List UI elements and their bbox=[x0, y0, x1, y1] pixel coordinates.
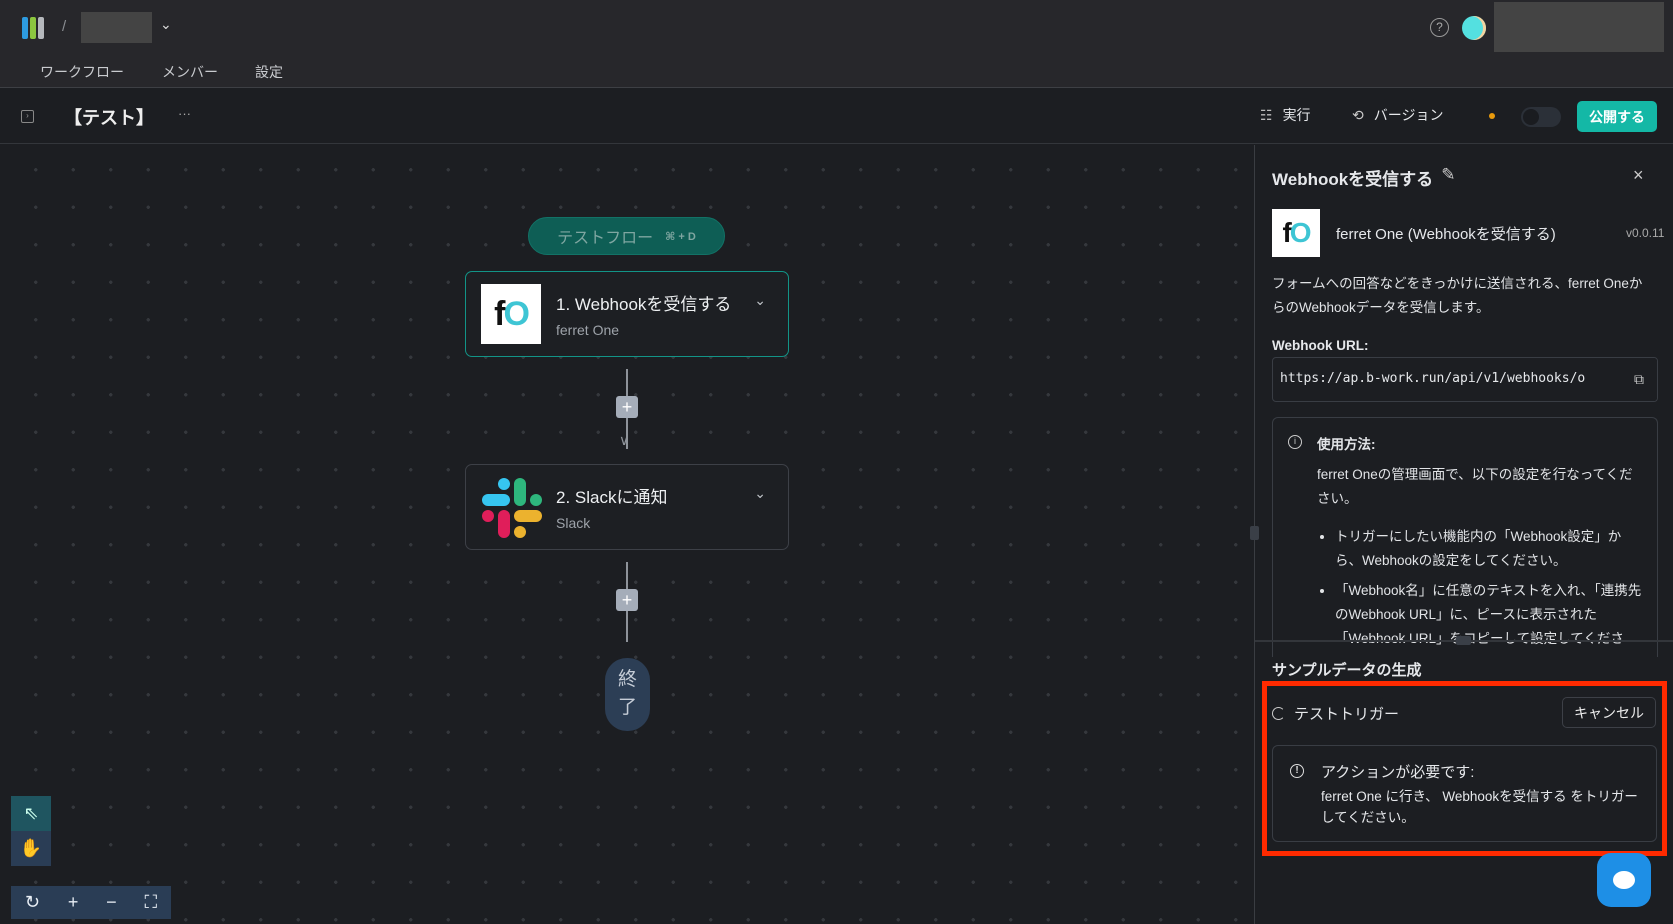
zoom-controls: ↻ + − ⛶ bbox=[11, 886, 171, 919]
breadcrumb-separator: / bbox=[62, 18, 67, 35]
fit-view-icon[interactable]: ⛶ bbox=[144, 892, 157, 913]
canvas-mode-tools: ⇖ ✋ bbox=[11, 796, 51, 866]
test-flow-button[interactable]: テストフロー ⌘ + D bbox=[528, 217, 725, 255]
top-bar: / ⌄ ワークフロー メンバー 設定 ? bbox=[0, 0, 1673, 88]
workflow-toolbar: › 【テスト】 ··· ☷ 実行 ⟲ バージョン 公開する bbox=[0, 88, 1673, 144]
sidebar-toggle-icon[interactable]: › bbox=[21, 110, 34, 123]
project-name-redacted[interactable] bbox=[81, 12, 152, 43]
ferret-one-logo: fO bbox=[1272, 209, 1320, 257]
end-node: 終了 bbox=[605, 658, 650, 731]
user-name-redacted[interactable] bbox=[1494, 2, 1664, 52]
status-dot bbox=[1489, 113, 1495, 119]
info-icon: i bbox=[1288, 435, 1302, 449]
step-settings-panel: Webhookを受信する ✎ × fO ferret One (Webhookを受… bbox=[1250, 145, 1673, 924]
add-step-button[interactable]: + bbox=[616, 589, 638, 611]
chevron-down-icon[interactable]: ⌄ bbox=[160, 16, 172, 33]
hand-icon: ✋ bbox=[19, 838, 43, 858]
pencil-icon[interactable]: ✎ bbox=[1441, 165, 1455, 190]
chevron-down-icon[interactable]: ⌄ bbox=[754, 292, 766, 309]
tab-workflow[interactable]: ワークフロー bbox=[40, 62, 124, 82]
chat-support-button[interactable] bbox=[1597, 853, 1651, 907]
sample-data-title: サンプルデータの生成 bbox=[1272, 662, 1422, 679]
webhook-url-field[interactable]: https://ap.b-work.run/api/v1/webhooks/o … bbox=[1272, 357, 1658, 402]
list-icon: ☷ bbox=[1260, 106, 1273, 123]
reset-view-icon[interactable]: ↻ bbox=[25, 892, 40, 913]
runs-button[interactable]: ☷ 実行 bbox=[1260, 105, 1311, 125]
versions-button[interactable]: ⟲ バージョン bbox=[1352, 105, 1443, 125]
add-step-button[interactable]: + bbox=[616, 396, 638, 418]
history-icon: ⟲ bbox=[1352, 106, 1364, 123]
usage-instructions: i 使用方法: ferret Oneの管理画面で、以下の設定を行なってください。… bbox=[1272, 417, 1658, 657]
action-required-alert: ! アクションが必要です: ferret One に行き、 Webhookを受信… bbox=[1272, 745, 1657, 842]
flow-canvas[interactable]: テストフロー ⌘ + D fO 1. Webhookを受信する ferret O… bbox=[0, 145, 1254, 924]
more-options-button[interactable]: ··· bbox=[178, 106, 191, 121]
workflow-title[interactable]: 【テスト】 bbox=[64, 104, 154, 130]
flow-node-webhook[interactable]: fO 1. Webhookを受信する ferret One ⌄ bbox=[465, 271, 789, 357]
tab-members[interactable]: メンバー bbox=[162, 62, 218, 82]
publish-button[interactable]: 公開する bbox=[1577, 101, 1657, 132]
arrow-down-icon: ∨ bbox=[619, 432, 630, 448]
app-logo[interactable] bbox=[22, 17, 44, 39]
panel-resize-handle[interactable] bbox=[1250, 526, 1259, 540]
piece-version: v0.0.11 bbox=[1626, 226, 1665, 240]
zoom-in-icon[interactable]: + bbox=[68, 892, 79, 913]
cancel-button[interactable]: キャンセル bbox=[1562, 697, 1656, 728]
webhook-url-label: Webhook URL: bbox=[1272, 338, 1369, 353]
select-pointer-button[interactable]: ⇖ bbox=[11, 796, 51, 831]
piece-name: ferret One (Webhookを受信する) bbox=[1336, 226, 1556, 243]
flow-node-slack[interactable]: 2. Slackに通知 Slack ⌄ bbox=[465, 464, 789, 550]
cursor-arrow-icon: ⇖ bbox=[23, 803, 39, 823]
chat-bubble-icon bbox=[1613, 871, 1635, 889]
tab-settings[interactable]: 設定 bbox=[255, 62, 283, 82]
copy-icon[interactable]: ⧉ bbox=[1621, 358, 1657, 401]
slack-logo bbox=[482, 478, 542, 538]
avatar[interactable] bbox=[1462, 16, 1486, 40]
panel-section-resize-handle[interactable] bbox=[1456, 636, 1471, 645]
alert-circle-icon: ! bbox=[1290, 764, 1304, 778]
test-trigger-status: テストトリガー bbox=[1272, 703, 1399, 724]
pan-hand-button[interactable]: ✋ bbox=[11, 831, 51, 866]
loading-spinner-icon bbox=[1272, 707, 1285, 720]
close-icon[interactable]: × bbox=[1633, 165, 1644, 186]
piece-description: フォームへの回答などをきっかけに送信される、ferret OneからのWebho… bbox=[1272, 276, 1643, 315]
zoom-out-icon[interactable]: − bbox=[106, 892, 117, 913]
chevron-down-icon[interactable]: ⌄ bbox=[754, 485, 766, 502]
enable-toggle[interactable] bbox=[1521, 107, 1561, 127]
panel-title: Webhookを受信する ✎ bbox=[1272, 165, 1456, 190]
ferret-one-logo: fO bbox=[481, 284, 541, 344]
question-circle-icon[interactable]: ? bbox=[1430, 18, 1449, 37]
